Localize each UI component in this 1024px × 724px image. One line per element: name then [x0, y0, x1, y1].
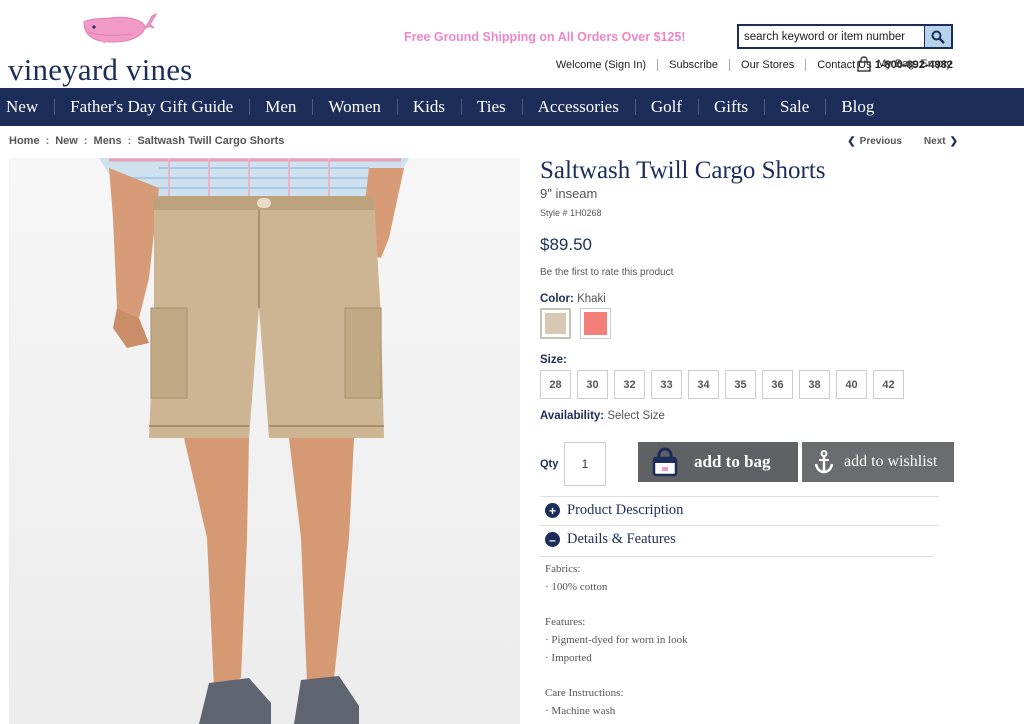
- size-option[interactable]: 30: [577, 370, 608, 399]
- product-description-label: Product Description: [567, 502, 684, 518]
- product-subtitle: 9" inseam: [540, 186, 598, 201]
- next-link[interactable]: Next: [924, 136, 946, 147]
- divider: [540, 556, 934, 557]
- bag-icon: [857, 56, 871, 72]
- nav-item-kids[interactable]: Kids: [396, 88, 461, 126]
- divider: [729, 59, 731, 71]
- search-button[interactable]: [924, 26, 951, 47]
- fabrics-item: · 100% cotton: [545, 581, 608, 593]
- brand-wordmark: vineyard vines: [8, 52, 193, 87]
- brand-logo[interactable]: vineyard vines: [8, 12, 228, 87]
- care-item: · Machine wash: [545, 705, 616, 717]
- bag-label: My Bag:: [877, 58, 918, 70]
- product-price: $89.50: [540, 235, 592, 254]
- qty-label: Qty: [540, 458, 559, 470]
- features-item: · Imported: [545, 652, 592, 664]
- color-label: Color:: [540, 293, 574, 305]
- swatch-coral[interactable]: [580, 308, 611, 339]
- details-content: Fabrics: · 100% cotton Features: · Pigme…: [545, 560, 688, 720]
- breadcrumb-current: Saltwash Twill Cargo Shorts: [137, 135, 285, 147]
- stores-link[interactable]: Our Stores: [741, 59, 794, 71]
- availability-row: Availability: Select Size: [540, 410, 665, 422]
- my-bag-link[interactable]: My Bag: Empty: [857, 56, 952, 72]
- nav-item-blog[interactable]: Blog: [825, 88, 890, 126]
- size-option[interactable]: 38: [799, 370, 830, 399]
- anchor-icon: [814, 450, 834, 474]
- plus-circle-icon: +: [545, 503, 560, 518]
- divider: [540, 525, 939, 526]
- promo-banner[interactable]: Free Ground Shipping on All Orders Over …: [404, 30, 686, 44]
- nav-item-golf[interactable]: Golf: [634, 88, 698, 126]
- size-option[interactable]: 35: [725, 370, 756, 399]
- divider: [805, 59, 807, 71]
- features-heading: Features:: [545, 616, 586, 628]
- nav-item-fathers-day[interactable]: Father's Day Gift Guide: [54, 88, 249, 126]
- bag-icon: [652, 447, 678, 477]
- style-number: Style # 1H0268: [540, 208, 602, 218]
- size-option[interactable]: 28: [540, 370, 571, 399]
- breadcrumb-separator: :: [127, 135, 132, 147]
- nav-item-new[interactable]: New: [0, 88, 54, 126]
- details-features-label: Details & Features: [567, 531, 676, 547]
- product-image-illustration: [99, 158, 409, 724]
- add-to-bag-button[interactable]: add to bag: [638, 442, 798, 482]
- add-to-bag-label: add to bag: [694, 452, 771, 471]
- breadcrumb-home[interactable]: Home: [9, 135, 40, 147]
- subscribe-link[interactable]: Subscribe: [669, 59, 718, 71]
- main-nav: New Father's Day Gift Guide Men Women Ki…: [0, 88, 1024, 126]
- breadcrumb-separator: :: [45, 135, 50, 147]
- breadcrumb: Home: New: Mens: Saltwash Twill Cargo Short…: [9, 135, 284, 147]
- size-options: 28 30 32 33 34 35 36 38 40 42: [540, 370, 904, 399]
- search-bar: [737, 24, 953, 49]
- color-swatches: [540, 308, 611, 339]
- breadcrumb-new[interactable]: New: [55, 135, 78, 147]
- nav-item-men[interactable]: Men: [249, 88, 312, 126]
- bag-status: Empty: [920, 58, 952, 70]
- availability-value: Select Size: [607, 410, 665, 422]
- swatch-khaki[interactable]: [540, 308, 571, 339]
- availability-label: Availability:: [540, 410, 605, 422]
- product-title: Saltwash Twill Cargo Shorts: [540, 157, 826, 184]
- breadcrumb-separator: :: [83, 135, 88, 147]
- product-pager: ❮ Previous Next ❯: [847, 136, 958, 147]
- size-option[interactable]: 33: [651, 370, 682, 399]
- minus-circle-icon: –: [545, 532, 560, 547]
- whale-icon: [83, 12, 158, 44]
- nav-item-sale[interactable]: Sale: [764, 88, 825, 126]
- divider: [540, 496, 939, 497]
- add-to-wishlist-button[interactable]: add to wishlist: [802, 442, 954, 482]
- product-description-toggle[interactable]: + Product Description: [540, 502, 939, 519]
- care-heading: Care Instructions:: [545, 687, 624, 699]
- swatch-coral-fill: [584, 312, 607, 335]
- size-option[interactable]: 36: [762, 370, 793, 399]
- search-input[interactable]: [739, 26, 924, 47]
- size-option[interactable]: 42: [873, 370, 904, 399]
- rate-product-link[interactable]: Be the first to rate this product: [540, 267, 673, 278]
- breadcrumb-mens[interactable]: Mens: [94, 135, 122, 147]
- nav-item-gifts[interactable]: Gifts: [698, 88, 764, 126]
- previous-link[interactable]: Previous: [860, 136, 902, 147]
- chevron-left-icon: ❮: [847, 136, 856, 147]
- color-row: Color: Khaki: [540, 293, 606, 305]
- nav-item-women[interactable]: Women: [312, 88, 396, 126]
- size-option[interactable]: 32: [614, 370, 645, 399]
- nav-item-accessories[interactable]: Accessories: [521, 88, 635, 126]
- fabrics-heading: Fabrics:: [545, 563, 581, 575]
- color-value: Khaki: [577, 293, 606, 305]
- chevron-right-icon: ❯: [949, 136, 958, 147]
- product-image[interactable]: [9, 158, 520, 724]
- size-label: Size:: [540, 354, 567, 366]
- swatch-khaki-fill: [545, 313, 566, 334]
- size-option[interactable]: 40: [836, 370, 867, 399]
- qty-input[interactable]: [564, 442, 606, 486]
- divider: [657, 59, 659, 71]
- add-to-wishlist-label: add to wishlist: [844, 453, 938, 470]
- details-features-toggle[interactable]: – Details & Features: [540, 531, 939, 548]
- search-icon: [931, 30, 945, 44]
- features-item: · Pigment-dyed for worn in look: [545, 634, 688, 646]
- nav-item-ties[interactable]: Ties: [460, 88, 522, 126]
- sign-in-link[interactable]: Welcome (Sign In): [556, 59, 646, 71]
- size-option[interactable]: 34: [688, 370, 719, 399]
